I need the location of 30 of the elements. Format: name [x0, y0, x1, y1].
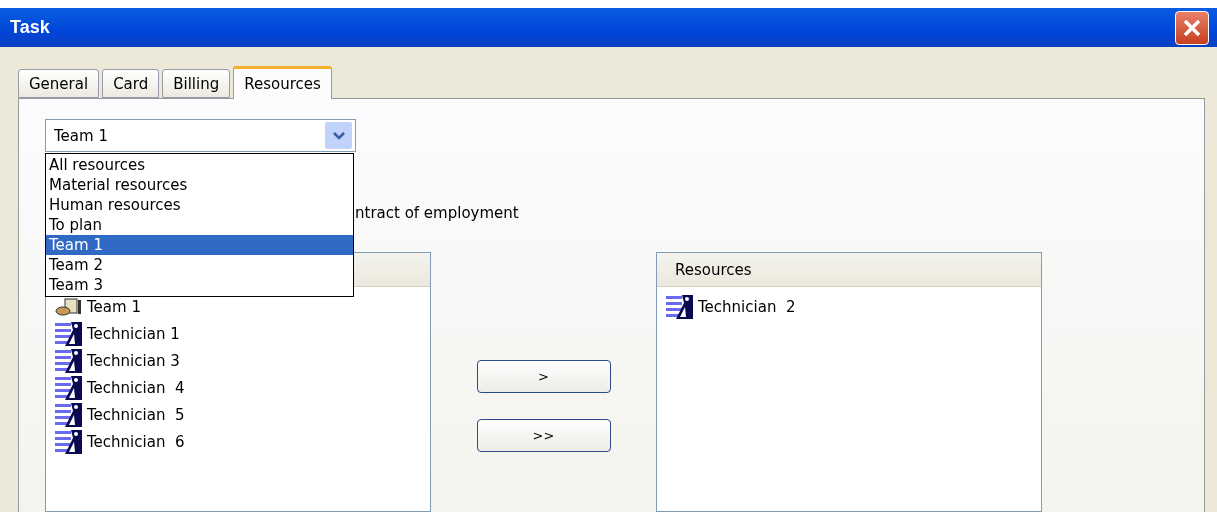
team-icon: [55, 297, 83, 317]
move-button[interactable]: >: [476, 360, 611, 393]
window-title: Task: [10, 17, 50, 38]
technician-icon: [55, 430, 83, 454]
list-item[interactable]: Technician 3: [87, 352, 180, 370]
column-header: Resources: [675, 260, 752, 279]
option-label: ntract of employment: [355, 204, 519, 222]
close-button[interactable]: [1175, 10, 1209, 45]
list-item[interactable]: Team 1: [87, 298, 141, 316]
list-item[interactable]: Technician 2: [698, 298, 796, 316]
tab[interactable]: Card: [102, 69, 160, 98]
list-item[interactable]: Technician 4: [87, 379, 185, 397]
technician-icon: [666, 295, 694, 319]
tab[interactable]: Resources: [233, 66, 332, 99]
list-item[interactable]: Technician 5: [87, 406, 185, 424]
dropdown-value: Team 1: [54, 126, 108, 145]
list-item[interactable]: Technician 1: [87, 325, 180, 343]
close-icon: [1182, 17, 1202, 38]
chevron-down-icon: [331, 130, 346, 141]
technician-icon: [55, 349, 83, 373]
move-button[interactable]: >>: [476, 419, 611, 452]
list-item[interactable]: Technician 6: [87, 433, 185, 451]
dropdown-option[interactable]: Team 1: [46, 235, 353, 255]
technician-icon: [55, 403, 83, 427]
technician-icon: [55, 376, 83, 400]
dropdown-button[interactable]: [325, 122, 352, 149]
tab[interactable]: General: [18, 69, 100, 98]
tab[interactable]: Billing: [162, 69, 231, 98]
technician-icon: [55, 322, 83, 346]
filter-dropdown[interactable]: Team 1: [45, 119, 356, 152]
